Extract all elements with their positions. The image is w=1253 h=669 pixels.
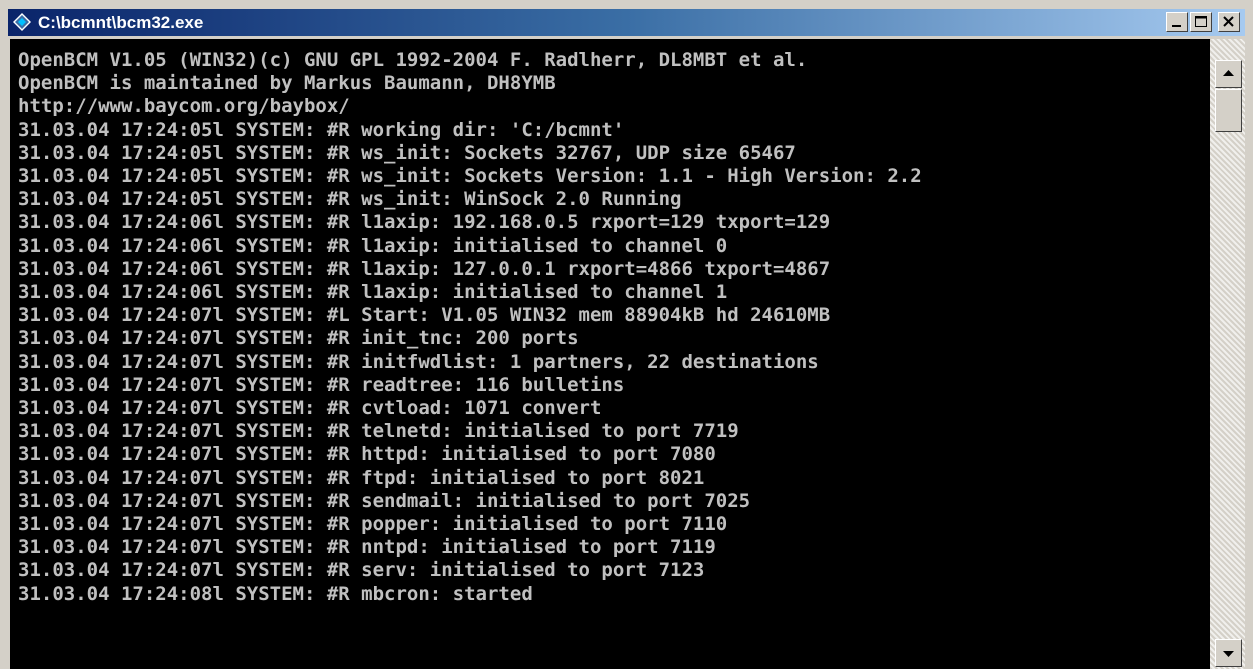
title-bar[interactable]: C:\bcmnt\bcm32.exe — [8, 9, 1245, 36]
console-line: 31.03.04 17:24:06l SYSTEM: #R l1axip: in… — [18, 281, 728, 303]
scroll-down-button[interactable] — [1215, 639, 1242, 667]
minimize-icon — [1172, 25, 1181, 27]
console-line: 31.03.04 17:24:07l SYSTEM: #R ftpd: init… — [18, 466, 705, 489]
console-line: 31.03.04 17:24:05l SYSTEM: #R ws_init: S… — [18, 141, 796, 164]
console-line: 31.03.04 17:24:07l SYSTEM: #R httpd: ini… — [18, 443, 716, 466]
console-line: 31.03.04 17:24:06l SYSTEM: #R l1axip: 12… — [18, 257, 831, 280]
console-line: 31.03.04 17:24:05l SYSTEM: #R ws_init: S… — [18, 165, 922, 187]
scroll-down-arrow-icon — [1223, 651, 1234, 657]
console-line: http://www.baycom.org/baybox/ — [18, 95, 350, 118]
maximize-icon — [1195, 16, 1207, 27]
minimize-button[interactable] — [1166, 12, 1188, 32]
console-line: 31.03.04 17:24:07l SYSTEM: #R init_tnc: … — [18, 327, 579, 350]
console-line: 31.03.04 17:24:07l SYSTEM: #R popper: in… — [18, 513, 728, 535]
console-line: 31.03.04 17:24:07l SYSTEM: #R initfwdlis… — [18, 350, 819, 373]
scroll-up-arrow-icon — [1223, 70, 1234, 76]
console-output[interactable]: OpenBCM V1.05 (WIN32)(c) GNU GPL 1992-20… — [10, 39, 1210, 669]
close-icon — [1223, 16, 1234, 27]
console-line: 31.03.04 17:24:06l SYSTEM: #R l1axip: 19… — [18, 211, 831, 234]
console-line: 31.03.04 17:24:07l SYSTEM: #R sendmail: … — [18, 489, 751, 512]
console-line: 31.03.04 17:24:07l SYSTEM: #R telnetd: i… — [18, 420, 739, 443]
console-line: 31.03.04 17:24:06l SYSTEM: #R l1axip: in… — [18, 234, 728, 257]
vertical-scrollbar[interactable] — [1210, 39, 1245, 669]
console-app-icon[interactable] — [12, 12, 32, 32]
console-window: C:\bcmnt\bcm32.exe OpenBCM V1.05 (WIN32)… — [0, 0, 1253, 669]
console-line: 31.03.04 17:24:05l SYSTEM: #R working di… — [18, 118, 625, 141]
scroll-up-button[interactable] — [1215, 60, 1242, 88]
console-line: 31.03.04 17:24:05l SYSTEM: #R ws_init: W… — [18, 188, 682, 211]
console-line: 31.03.04 17:24:07l SYSTEM: #L Start: V1.… — [18, 304, 831, 327]
console-line: 31.03.04 17:24:07l SYSTEM: #R readtree: … — [18, 373, 625, 396]
scroll-thumb[interactable] — [1215, 89, 1242, 132]
console-line: 31.03.04 17:24:07l SYSTEM: #R cvtload: 1… — [18, 397, 602, 419]
console-line: OpenBCM V1.05 (WIN32)(c) GNU GPL 1992-20… — [18, 49, 808, 71]
console-line: 31.03.04 17:24:08l SYSTEM: #R mbcron: st… — [18, 582, 533, 605]
console-line: 31.03.04 17:24:07l SYSTEM: #R nntpd: ini… — [18, 536, 716, 559]
console-line: 31.03.04 17:24:07l SYSTEM: #R serv: init… — [18, 559, 705, 582]
close-button[interactable] — [1218, 12, 1240, 32]
console-line: OpenBCM is maintained by Markus Baumann,… — [18, 72, 556, 95]
window-title: C:\bcmnt\bcm32.exe — [38, 13, 204, 32]
maximize-button[interactable] — [1190, 12, 1212, 32]
